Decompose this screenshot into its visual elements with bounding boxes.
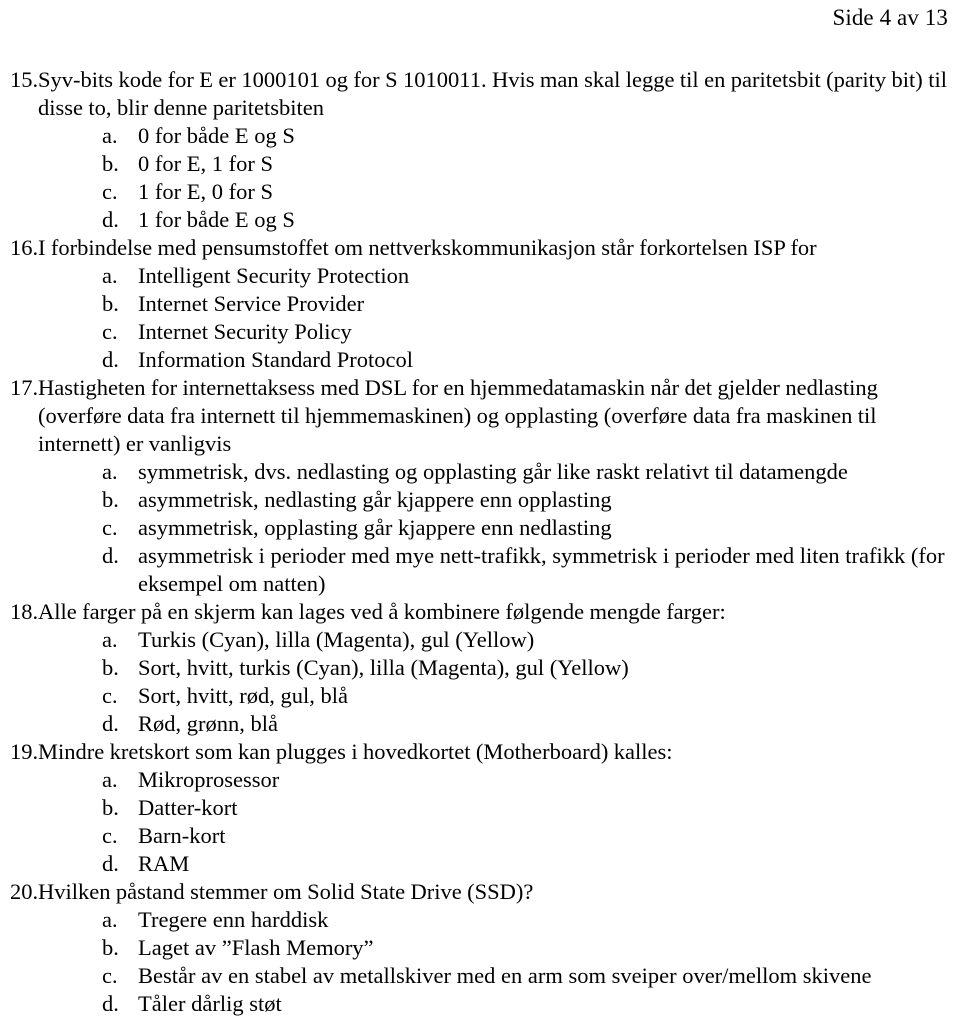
option-letter: b. — [102, 655, 119, 680]
option-letter: a. — [102, 459, 118, 484]
option-text: Barn-kort — [138, 823, 226, 848]
option-text: Mikroprosessor — [138, 767, 280, 792]
option-letter: c. — [102, 683, 118, 708]
option-text: symmetrisk, dvs. nedlasting og opplastin… — [138, 459, 848, 484]
option-text: Internet Security Policy — [138, 319, 352, 344]
option-item[interactable]: d. 1 for både E og S — [38, 206, 950, 234]
question-number: 20. — [10, 879, 39, 904]
option-letter: d. — [102, 543, 119, 568]
option-item[interactable]: b. Datter-kort — [38, 794, 950, 822]
question-text: Hastigheten for internettaksess med DSL … — [38, 375, 878, 456]
option-letter: b. — [102, 935, 119, 960]
question-text: Mindre kretskort som kan plugges i hoved… — [38, 739, 673, 764]
option-list: a. Intelligent Security Protection b. Inter… — [38, 262, 950, 374]
option-item[interactable]: c. Barn-kort — [38, 822, 950, 850]
option-item[interactable]: c. 1 for E, 0 for S — [38, 178, 950, 206]
question-text: Alle farger på en skjerm kan lages ved å… — [38, 599, 726, 624]
option-text: Består av en stabel av metallskiver med … — [138, 963, 872, 988]
question-item: 19. Mindre kretskort som kan plugges i ho… — [10, 738, 950, 878]
option-list: a. Tregere enn harddisk b. Laget av ”Flash … — [38, 906, 950, 1018]
option-item[interactable]: a. Turkis (Cyan), lilla (Magenta), gul (Y… — [38, 626, 950, 654]
option-text: 0 for E, 1 for S — [138, 151, 273, 176]
option-text: Internet Service Provider — [138, 291, 365, 316]
option-text: Rød, grønn, blå — [138, 711, 278, 736]
question-text: Syv-bits kode for E er 1000101 og for S … — [38, 67, 947, 120]
option-item[interactable]: c. Sort, hvitt, rød, gul, blå — [38, 682, 950, 710]
option-letter: c. — [102, 319, 118, 344]
question-text: Hvilken påstand stemmer om Solid State D… — [38, 879, 534, 904]
option-letter: b. — [102, 795, 119, 820]
page-header: Side 4 av 13 — [832, 5, 948, 30]
question-text: I forbindelse med pensumstoffet om nettv… — [38, 235, 817, 260]
option-text: Turkis (Cyan), lilla (Magenta), gul (Yel… — [138, 627, 535, 652]
question-number: 17. — [10, 375, 39, 400]
option-letter: d. — [102, 207, 119, 232]
option-item[interactable]: c. Internet Security Policy — [38, 318, 950, 346]
option-text: Datter-kort — [138, 795, 238, 820]
option-item[interactable]: b. Laget av ”Flash Memory” — [38, 934, 950, 962]
question-item: 15. Syv-bits kode for E er 1000101 og for… — [10, 66, 950, 234]
option-item[interactable]: d. Tåler dårlig støt — [38, 990, 950, 1018]
question-number: 18. — [10, 599, 39, 624]
option-item[interactable]: c. Består av en stabel av metallskiver me… — [38, 962, 950, 990]
option-text: 1 for E, 0 for S — [138, 179, 273, 204]
option-text: RAM — [138, 851, 190, 876]
option-letter: c. — [102, 963, 118, 988]
option-letter: b. — [102, 151, 119, 176]
option-letter: c. — [102, 823, 118, 848]
option-text: Intelligent Security Protection — [138, 263, 410, 288]
option-letter: a. — [102, 767, 118, 792]
question-list: 15. Syv-bits kode for E er 1000101 og for… — [0, 66, 960, 1018]
question-number: 15. — [10, 67, 39, 92]
option-item[interactable]: c. asymmetrisk, opplasting går kjappere e… — [38, 514, 950, 542]
question-item: 17. Hastigheten for internettaksess med D… — [10, 374, 950, 598]
option-letter: a. — [102, 627, 118, 652]
question-item: 20. Hvilken påstand stemmer om Solid Stat… — [10, 878, 950, 1018]
option-list: a. Mikroprosessor b. Datter-kort c. Barn-kort… — [38, 766, 950, 878]
option-letter: b. — [102, 291, 119, 316]
option-text: Information Standard Protocol — [138, 347, 413, 372]
option-item[interactable]: d. RAM — [38, 850, 950, 878]
question-number: 19. — [10, 739, 39, 764]
option-item[interactable]: a. 0 for både E og S — [38, 122, 950, 150]
option-text: 0 for både E og S — [138, 123, 295, 148]
option-list: a. Turkis (Cyan), lilla (Magenta), gul (Y… — [38, 626, 950, 738]
option-item[interactable]: a. Tregere enn harddisk — [38, 906, 950, 934]
option-letter: c. — [102, 179, 118, 204]
option-text: Tåler dårlig støt — [138, 991, 282, 1016]
option-letter: a. — [102, 123, 118, 148]
question-number: 16. — [10, 235, 39, 260]
option-text: Laget av ”Flash Memory” — [138, 935, 374, 960]
option-list: a. symmetrisk, dvs. nedlasting og opplast… — [38, 458, 950, 598]
option-letter: c. — [102, 515, 118, 540]
option-letter: a. — [102, 907, 118, 932]
question-item: 18. Alle farger på en skjerm kan lages ve… — [10, 598, 950, 738]
option-item[interactable]: b. asymmetrisk, nedlasting går kjappere e… — [38, 486, 950, 514]
option-letter: d. — [102, 711, 119, 736]
option-letter: d. — [102, 347, 119, 372]
option-item[interactable]: d. Rød, grønn, blå — [38, 710, 950, 738]
option-item[interactable]: b. Internet Service Provider — [38, 290, 950, 318]
option-text: asymmetrisk, nedlasting går kjappere enn… — [138, 487, 612, 512]
option-text: Sort, hvitt, rød, gul, blå — [138, 683, 348, 708]
option-text: Sort, hvitt, turkis (Cyan), lilla (Magen… — [138, 655, 629, 680]
option-text: Tregere enn harddisk — [138, 907, 329, 932]
option-item[interactable]: b. Sort, hvitt, turkis (Cyan), lilla (Mag… — [38, 654, 950, 682]
option-item[interactable]: d. asymmetrisk i perioder med mye nett-tr… — [38, 542, 950, 598]
question-item: 16. I forbindelse med pensumstoffet om ne… — [10, 234, 950, 374]
option-letter: d. — [102, 851, 119, 876]
document-page: Side 4 av 13 15. Syv-bits kode for E er 1… — [0, 0, 960, 1026]
option-letter: a. — [102, 263, 118, 288]
option-text: 1 for både E og S — [138, 207, 295, 232]
option-text: asymmetrisk i perioder med mye nett-traf… — [138, 543, 945, 596]
option-item[interactable]: b. 0 for E, 1 for S — [38, 150, 950, 178]
option-letter: d. — [102, 991, 119, 1016]
option-item[interactable]: a. symmetrisk, dvs. nedlasting og opplast… — [38, 458, 950, 486]
option-item[interactable]: a. Mikroprosessor — [38, 766, 950, 794]
option-list: a. 0 for både E og S b. 0 for E, 1 for S c. 1… — [38, 122, 950, 234]
option-item[interactable]: d. Information Standard Protocol — [38, 346, 950, 374]
option-letter: b. — [102, 487, 119, 512]
option-item[interactable]: a. Intelligent Security Protection — [38, 262, 950, 290]
option-text: asymmetrisk, opplasting går kjappere enn… — [138, 515, 612, 540]
